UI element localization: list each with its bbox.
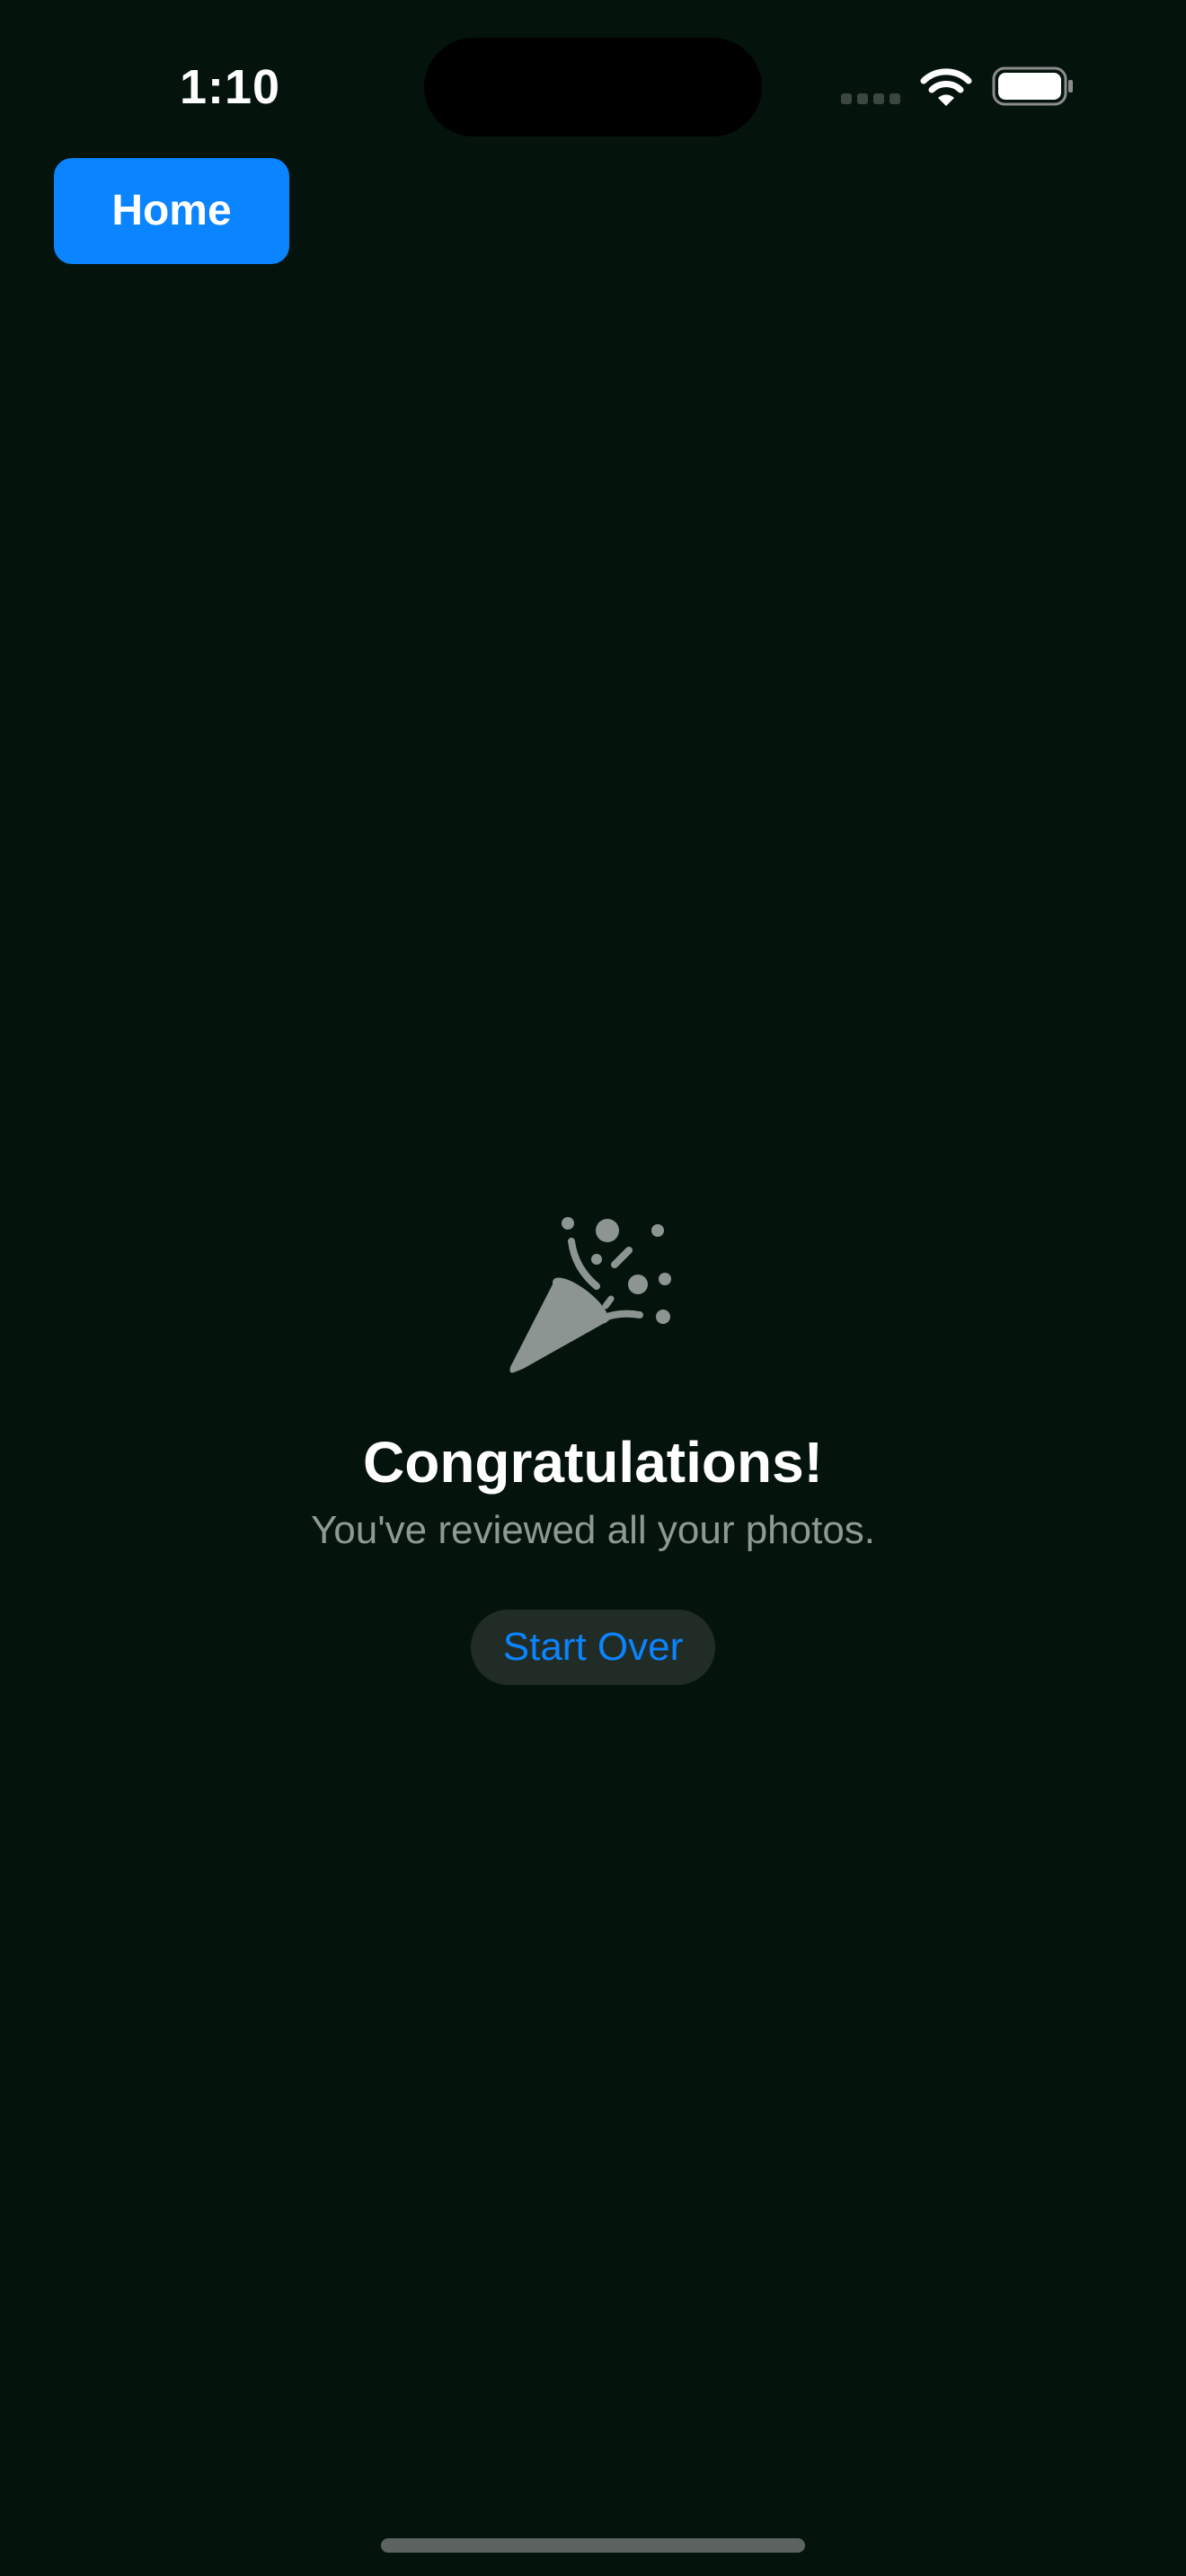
home-button[interactable]: Home	[54, 158, 289, 264]
status-bar: 1:10	[0, 0, 1186, 153]
congratulations-title: Congratulations!	[363, 1430, 823, 1495]
party-popper-icon	[509, 1217, 671, 1373]
battery-icon	[992, 66, 1073, 106]
status-time: 1:10	[180, 60, 281, 114]
completion-subtitle: You've reviewed all your photos.	[310, 1508, 876, 1552]
home-indicator[interactable]	[381, 2538, 805, 2553]
signal-icon	[841, 93, 900, 106]
wifi-icon	[920, 68, 972, 106]
dynamic-island	[424, 38, 762, 137]
start-over-button[interactable]: Start Over	[471, 1610, 715, 1685]
